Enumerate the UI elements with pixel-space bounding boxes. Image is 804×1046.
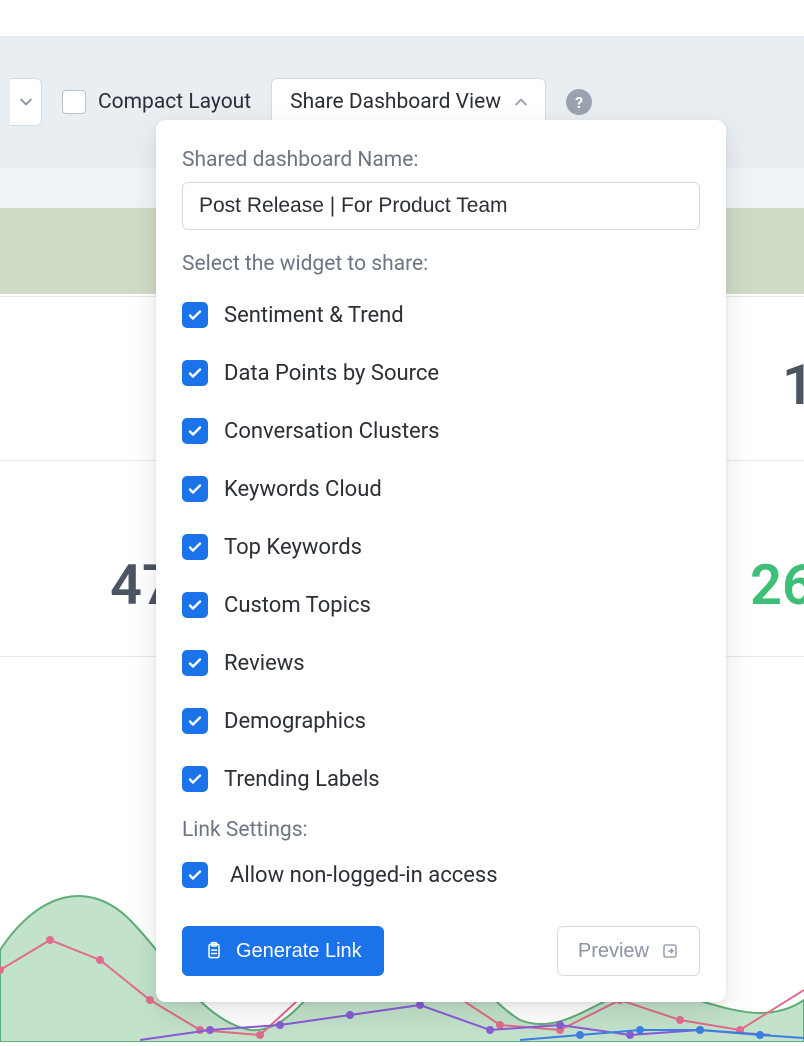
metric-top-right: 1 <box>782 352 804 418</box>
widget-label: Top Keywords <box>224 535 362 560</box>
allow-anon-label: Allow non-logged-in access <box>230 863 498 888</box>
widget-row-sentiment-trend[interactable]: Sentiment & Trend <box>182 286 700 344</box>
compact-layout-checkbox[interactable] <box>62 90 86 114</box>
compact-layout-label: Compact Layout <box>98 90 251 114</box>
widget-label: Data Points by Source <box>224 361 439 386</box>
shared-name-label: Shared dashboard Name: <box>182 148 700 172</box>
checkbox-checked-icon[interactable] <box>182 360 208 386</box>
clipboard-icon <box>204 941 224 961</box>
checkbox-checked-icon[interactable] <box>182 650 208 676</box>
widget-label: Sentiment & Trend <box>224 303 404 328</box>
preview-button[interactable]: Preview <box>557 926 700 976</box>
widget-label: Custom Topics <box>224 593 371 618</box>
chevron-down-icon <box>20 98 32 106</box>
widget-label: Keywords Cloud <box>224 477 382 502</box>
widget-label: Reviews <box>224 651 305 676</box>
widget-row-trending-labels[interactable]: Trending Labels <box>182 750 700 808</box>
shared-name-input[interactable] <box>182 182 700 230</box>
checkbox-checked-icon[interactable] <box>182 766 208 792</box>
select-widgets-label: Select the widget to share: <box>182 252 700 276</box>
widget-row-top-keywords[interactable]: Top Keywords <box>182 518 700 576</box>
link-settings-label: Link Settings: <box>182 818 700 842</box>
metric-right: 26 <box>750 552 804 618</box>
share-dashboard-popover: Shared dashboard Name: Select the widget… <box>156 120 726 1002</box>
generate-link-button[interactable]: Generate Link <box>182 926 384 976</box>
checkbox-checked-icon[interactable] <box>182 476 208 502</box>
chevron-up-icon <box>515 98 527 106</box>
widget-row-reviews[interactable]: Reviews <box>182 634 700 692</box>
widget-row-custom-topics[interactable]: Custom Topics <box>182 576 700 634</box>
widget-label: Trending Labels <box>224 767 380 792</box>
checkbox-checked-icon[interactable] <box>182 302 208 328</box>
share-dashboard-label: Share Dashboard View <box>290 90 501 114</box>
generate-link-label: Generate Link <box>236 940 362 963</box>
widget-checklist: Sentiment & Trend Data Points by Source … <box>182 286 700 808</box>
widget-row-data-points-by-source[interactable]: Data Points by Source <box>182 344 700 402</box>
widget-row-demographics[interactable]: Demographics <box>182 692 700 750</box>
widget-label: Demographics <box>224 709 366 734</box>
dropdown-caret-box[interactable] <box>10 78 42 126</box>
widget-label: Conversation Clusters <box>224 419 440 444</box>
checkbox-checked-icon[interactable] <box>182 534 208 560</box>
checkbox-checked-icon[interactable] <box>182 862 208 888</box>
widget-row-conversation-clusters[interactable]: Conversation Clusters <box>182 402 700 460</box>
checkbox-checked-icon[interactable] <box>182 592 208 618</box>
checkbox-checked-icon[interactable] <box>182 418 208 444</box>
allow-anon-row[interactable]: Allow non-logged-in access <box>182 852 700 904</box>
checkbox-checked-icon[interactable] <box>182 708 208 734</box>
share-dashboard-button[interactable]: Share Dashboard View <box>271 78 546 126</box>
preview-label: Preview <box>578 940 649 963</box>
external-link-icon <box>661 942 679 960</box>
help-icon[interactable]: ? <box>566 89 592 115</box>
widget-row-keywords-cloud[interactable]: Keywords Cloud <box>182 460 700 518</box>
